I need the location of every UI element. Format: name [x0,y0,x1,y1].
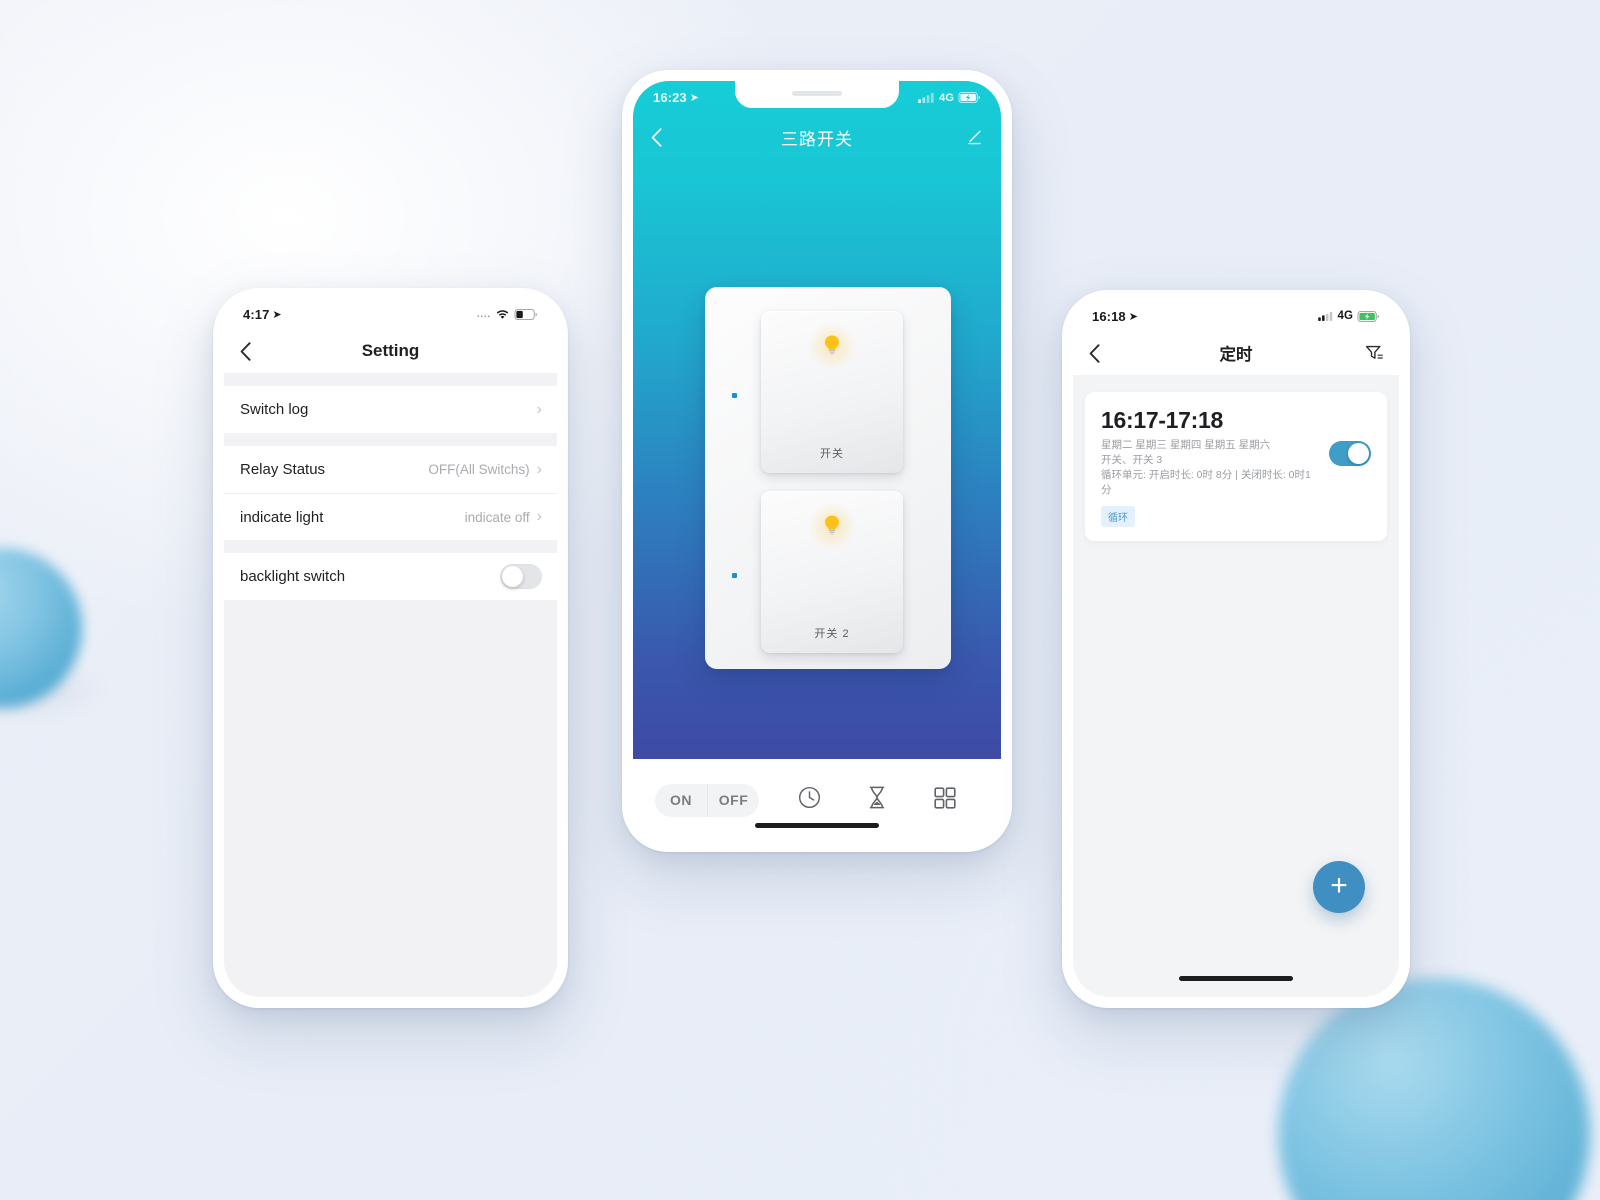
row-label: backlight switch [240,568,346,585]
battery-low-icon [514,308,538,320]
toggle-knob [1348,443,1369,464]
location-arrow-icon: ➤ [272,308,282,321]
off-button[interactable]: OFF [707,783,759,817]
home-indicator [755,823,879,828]
indicator-dot-switch-2 [732,573,737,578]
timer-targets: 开关、开关 3 [1101,454,1163,466]
signal-dots-icon: .... [476,309,491,319]
timer-time-range: 16:17-17:18 [1101,407,1224,433]
light-bulb-icon [807,501,857,551]
status-time: 16:18 [1092,308,1126,324]
phone-mockup-device: 16:23 ➤ 4G 三路开关 开关 开关 2 ON OFF [622,70,1012,852]
timer-cycle-detail: 循环单元: 开启时长: 0时 8分 | 关闭时长: 0时1分 [1101,469,1311,496]
edit-button[interactable] [957,129,983,146]
signal-bars-icon [918,92,935,103]
status-bar: 4:17 ➤ .... [224,299,557,329]
nav-bar: 定时 [1073,331,1399,375]
status-time: 16:23 [653,90,687,105]
hourglass-icon[interactable] [866,785,888,815]
home-indicator [1179,976,1293,981]
row-value: OFF(All Switchs) [428,462,530,477]
settings-group-3: backlight switch [224,553,557,600]
back-button[interactable] [240,341,266,361]
status-bar: 16:23 ➤ 4G [633,81,1001,114]
phone-mockup-timer: 16:18 ➤ 4G 定时 16:17-17:18 星期二 星期三 星期四 星期… [1062,290,1410,1008]
phone-screen-setting: 4:17 ➤ .... Setting Switch log › Relay S… [224,299,557,997]
list-spacer [224,433,557,446]
clock-icon[interactable] [797,785,822,815]
location-arrow-icon: ➤ [1128,310,1139,323]
signal-bars-icon [1318,311,1333,321]
page-title: 三路开关 [781,129,853,149]
chevron-right-icon: › [536,508,542,525]
on-off-segmented-control: ON OFF [655,783,759,817]
timer-enable-toggle[interactable] [1329,441,1371,466]
filter-button[interactable] [1357,344,1383,362]
back-button[interactable] [651,127,677,147]
timer-days: 星期二 星期三 星期四 星期五 星期六 [1101,439,1271,451]
add-timer-button[interactable]: + [1313,861,1365,913]
chevron-right-icon: › [536,400,542,418]
network-label: 4G [1337,310,1353,322]
battery-charging-icon [1357,310,1380,322]
nav-bar: 三路开关 [633,114,1001,160]
row-relay-status[interactable]: Relay Status OFF(All Switchs) › [224,446,557,493]
page-title: 定时 [1219,346,1253,364]
switch-button-1[interactable]: 开关 [761,311,903,473]
list-spacer [224,373,557,386]
status-time: 4:17 [243,306,270,322]
timer-badge: 循环 [1101,506,1135,527]
row-switch-log[interactable]: Switch log › [224,386,557,433]
grid-icon[interactable] [933,786,957,815]
network-label: 4G [939,91,954,104]
page-title: Setting [361,341,420,360]
chevron-right-icon: › [536,460,542,478]
switch-panel: 开关 开关 2 [705,287,951,669]
row-value: indicate off [464,509,530,525]
phone-screen-device: 16:23 ➤ 4G 三路开关 开关 开关 2 ON OFF [633,81,1001,841]
light-bulb-icon [807,321,857,371]
decorative-sphere-right [1278,978,1590,1200]
status-bar: 16:18 ➤ 4G [1073,301,1399,331]
battery-charging-icon [958,92,981,103]
device-toolbar: ON OFF [633,759,1001,841]
plus-icon: + [1330,868,1348,902]
row-indicate-light[interactable]: indicate light indicate off › [224,493,557,540]
backlight-toggle[interactable] [500,564,542,589]
indicator-dot-switch-1 [732,393,737,398]
switch-button-2[interactable]: 开关 2 [761,491,903,653]
on-button[interactable]: ON [655,784,707,817]
wifi-icon [495,309,510,320]
switch-label: 开关 2 [814,628,850,640]
settings-group-2: Relay Status OFF(All Switchs) › indicate… [224,446,557,540]
toggle-knob [502,566,523,587]
nav-bar: Setting [224,329,557,373]
timer-card[interactable]: 16:17-17:18 星期二 星期三 星期四 星期五 星期六 开关、开关 3 … [1085,392,1387,541]
switch-label: 开关 [820,448,844,460]
phone-mockup-setting: 4:17 ➤ .... Setting Switch log › Relay S… [213,288,568,1008]
row-label: Switch log [240,401,309,418]
row-label: indicate light [240,508,324,526]
list-spacer [224,540,557,553]
back-button[interactable] [1089,343,1115,363]
row-backlight-switch[interactable]: backlight switch [224,553,557,600]
phone-screen-timer: 16:18 ➤ 4G 定时 16:17-17:18 星期二 星期三 星期四 星期… [1073,301,1399,997]
row-label: Relay Status [240,461,326,478]
location-arrow-icon: ➤ [689,92,700,104]
settings-group-1: Switch log › [224,386,557,433]
